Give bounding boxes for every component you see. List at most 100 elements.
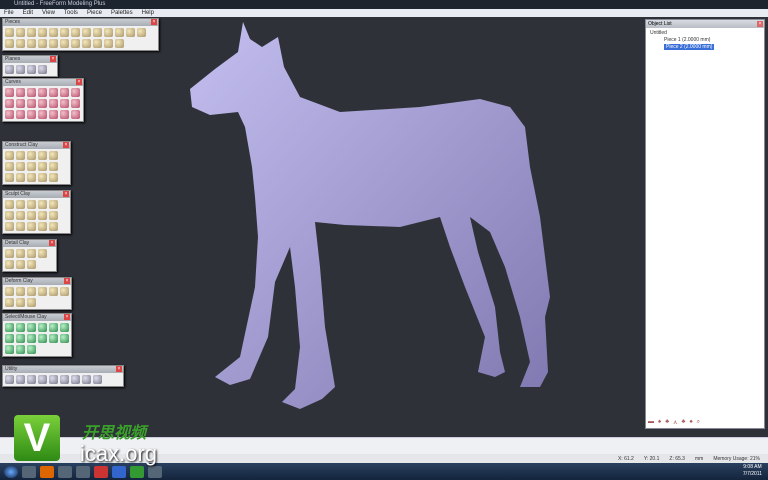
- tool-icon[interactable]: [5, 200, 14, 209]
- tool-icon[interactable]: [49, 375, 58, 384]
- tool-icon[interactable]: [27, 375, 36, 384]
- tool-icon[interactable]: [60, 28, 69, 37]
- tool-icon[interactable]: [49, 162, 58, 171]
- tool-icon[interactable]: [60, 334, 69, 343]
- taskbar-app[interactable]: [76, 465, 90, 478]
- tool-icon[interactable]: [60, 88, 69, 97]
- tool-icon[interactable]: [49, 211, 58, 220]
- tool-icon[interactable]: ⋏: [673, 419, 677, 426]
- tool-icon[interactable]: [49, 110, 58, 119]
- tool-icon[interactable]: [49, 334, 58, 343]
- tool-icon[interactable]: [27, 65, 36, 74]
- search-icon[interactable]: ⌕: [697, 419, 700, 426]
- tool-icon[interactable]: [38, 110, 47, 119]
- tool-icon[interactable]: [16, 222, 25, 231]
- close-icon[interactable]: ×: [64, 314, 70, 320]
- tool-icon[interactable]: [60, 287, 69, 296]
- tool-icon[interactable]: [5, 88, 14, 97]
- menu-tools[interactable]: Tools: [64, 10, 78, 16]
- tool-icon[interactable]: [49, 88, 58, 97]
- taskbar-app[interactable]: [112, 465, 126, 478]
- tool-icon[interactable]: [5, 298, 14, 307]
- tool-icon[interactable]: [38, 162, 47, 171]
- taskbar-app[interactable]: [94, 465, 108, 478]
- menu-help[interactable]: Help: [142, 10, 154, 16]
- tool-icon[interactable]: [71, 28, 80, 37]
- tool-icon[interactable]: [38, 99, 47, 108]
- close-icon[interactable]: ×: [63, 142, 69, 148]
- tool-icon[interactable]: [27, 211, 36, 220]
- tool-icon[interactable]: [93, 39, 102, 48]
- tool-icon[interactable]: [38, 287, 47, 296]
- tool-icon[interactable]: [16, 28, 25, 37]
- eye-icon[interactable]: ▬: [648, 419, 654, 426]
- tool-icon[interactable]: [60, 39, 69, 48]
- tool-icon[interactable]: [49, 200, 58, 209]
- tool-icon[interactable]: [16, 39, 25, 48]
- tool-icon[interactable]: [5, 173, 14, 182]
- tool-icon[interactable]: [16, 88, 25, 97]
- taskbar-app[interactable]: [40, 465, 54, 478]
- start-button[interactable]: [4, 465, 18, 478]
- close-icon[interactable]: ×: [63, 191, 69, 197]
- tool-icon[interactable]: [71, 110, 80, 119]
- taskbar-app[interactable]: [22, 465, 36, 478]
- tool-icon[interactable]: [16, 162, 25, 171]
- menu-edit[interactable]: Edit: [23, 10, 33, 16]
- tool-icon[interactable]: [49, 151, 58, 160]
- tool-icon[interactable]: [5, 39, 14, 48]
- tool-icon[interactable]: [82, 28, 91, 37]
- close-icon[interactable]: ×: [49, 240, 55, 246]
- tool-icon[interactable]: [38, 39, 47, 48]
- tool-icon[interactable]: [27, 173, 36, 182]
- tool-icon[interactable]: [16, 375, 25, 384]
- tool-icon[interactable]: [16, 151, 25, 160]
- tool-icon[interactable]: [71, 88, 80, 97]
- tool-icon[interactable]: ♣: [665, 419, 669, 426]
- tool-icon[interactable]: [60, 110, 69, 119]
- tool-icon[interactable]: [27, 162, 36, 171]
- tool-icon[interactable]: [5, 323, 14, 332]
- menu-view[interactable]: View: [42, 10, 55, 16]
- tool-icon[interactable]: [16, 211, 25, 220]
- tool-icon[interactable]: [5, 334, 14, 343]
- tool-icon[interactable]: [16, 200, 25, 209]
- tool-icon[interactable]: [104, 28, 113, 37]
- tool-icon[interactable]: [49, 323, 58, 332]
- tool-icon[interactable]: [49, 99, 58, 108]
- tool-icon[interactable]: [27, 200, 36, 209]
- tool-icon[interactable]: [5, 260, 14, 269]
- tool-icon[interactable]: [38, 375, 47, 384]
- tool-icon[interactable]: [115, 28, 124, 37]
- tool-icon[interactable]: [49, 173, 58, 182]
- tool-icon[interactable]: [38, 222, 47, 231]
- tool-icon[interactable]: [82, 375, 91, 384]
- tool-icon[interactable]: [49, 287, 58, 296]
- tool-icon[interactable]: [60, 375, 69, 384]
- close-icon[interactable]: ×: [76, 79, 82, 85]
- tool-icon[interactable]: [27, 88, 36, 97]
- tool-icon[interactable]: [16, 260, 25, 269]
- menu-piece[interactable]: Piece: [87, 10, 102, 16]
- close-icon[interactable]: ×: [64, 278, 70, 284]
- tool-icon[interactable]: [49, 222, 58, 231]
- tool-icon[interactable]: [16, 65, 25, 74]
- tool-icon[interactable]: [49, 39, 58, 48]
- taskbar-app[interactable]: [58, 465, 72, 478]
- tool-icon[interactable]: [27, 260, 36, 269]
- tool-icon[interactable]: [93, 28, 102, 37]
- close-icon[interactable]: ×: [757, 21, 763, 27]
- tool-icon[interactable]: [27, 110, 36, 119]
- tool-icon[interactable]: [5, 99, 14, 108]
- tool-icon[interactable]: [104, 39, 113, 48]
- tool-icon[interactable]: [5, 345, 14, 354]
- tool-icon[interactable]: [16, 323, 25, 332]
- close-icon[interactable]: ×: [151, 19, 157, 25]
- tool-icon[interactable]: [38, 323, 47, 332]
- tool-icon[interactable]: [27, 334, 36, 343]
- tool-icon[interactable]: [16, 99, 25, 108]
- tool-icon[interactable]: [16, 345, 25, 354]
- clock[interactable]: 9:08 AM 7/7/2011: [743, 464, 762, 478]
- tool-icon[interactable]: [38, 65, 47, 74]
- tool-icon[interactable]: [16, 110, 25, 119]
